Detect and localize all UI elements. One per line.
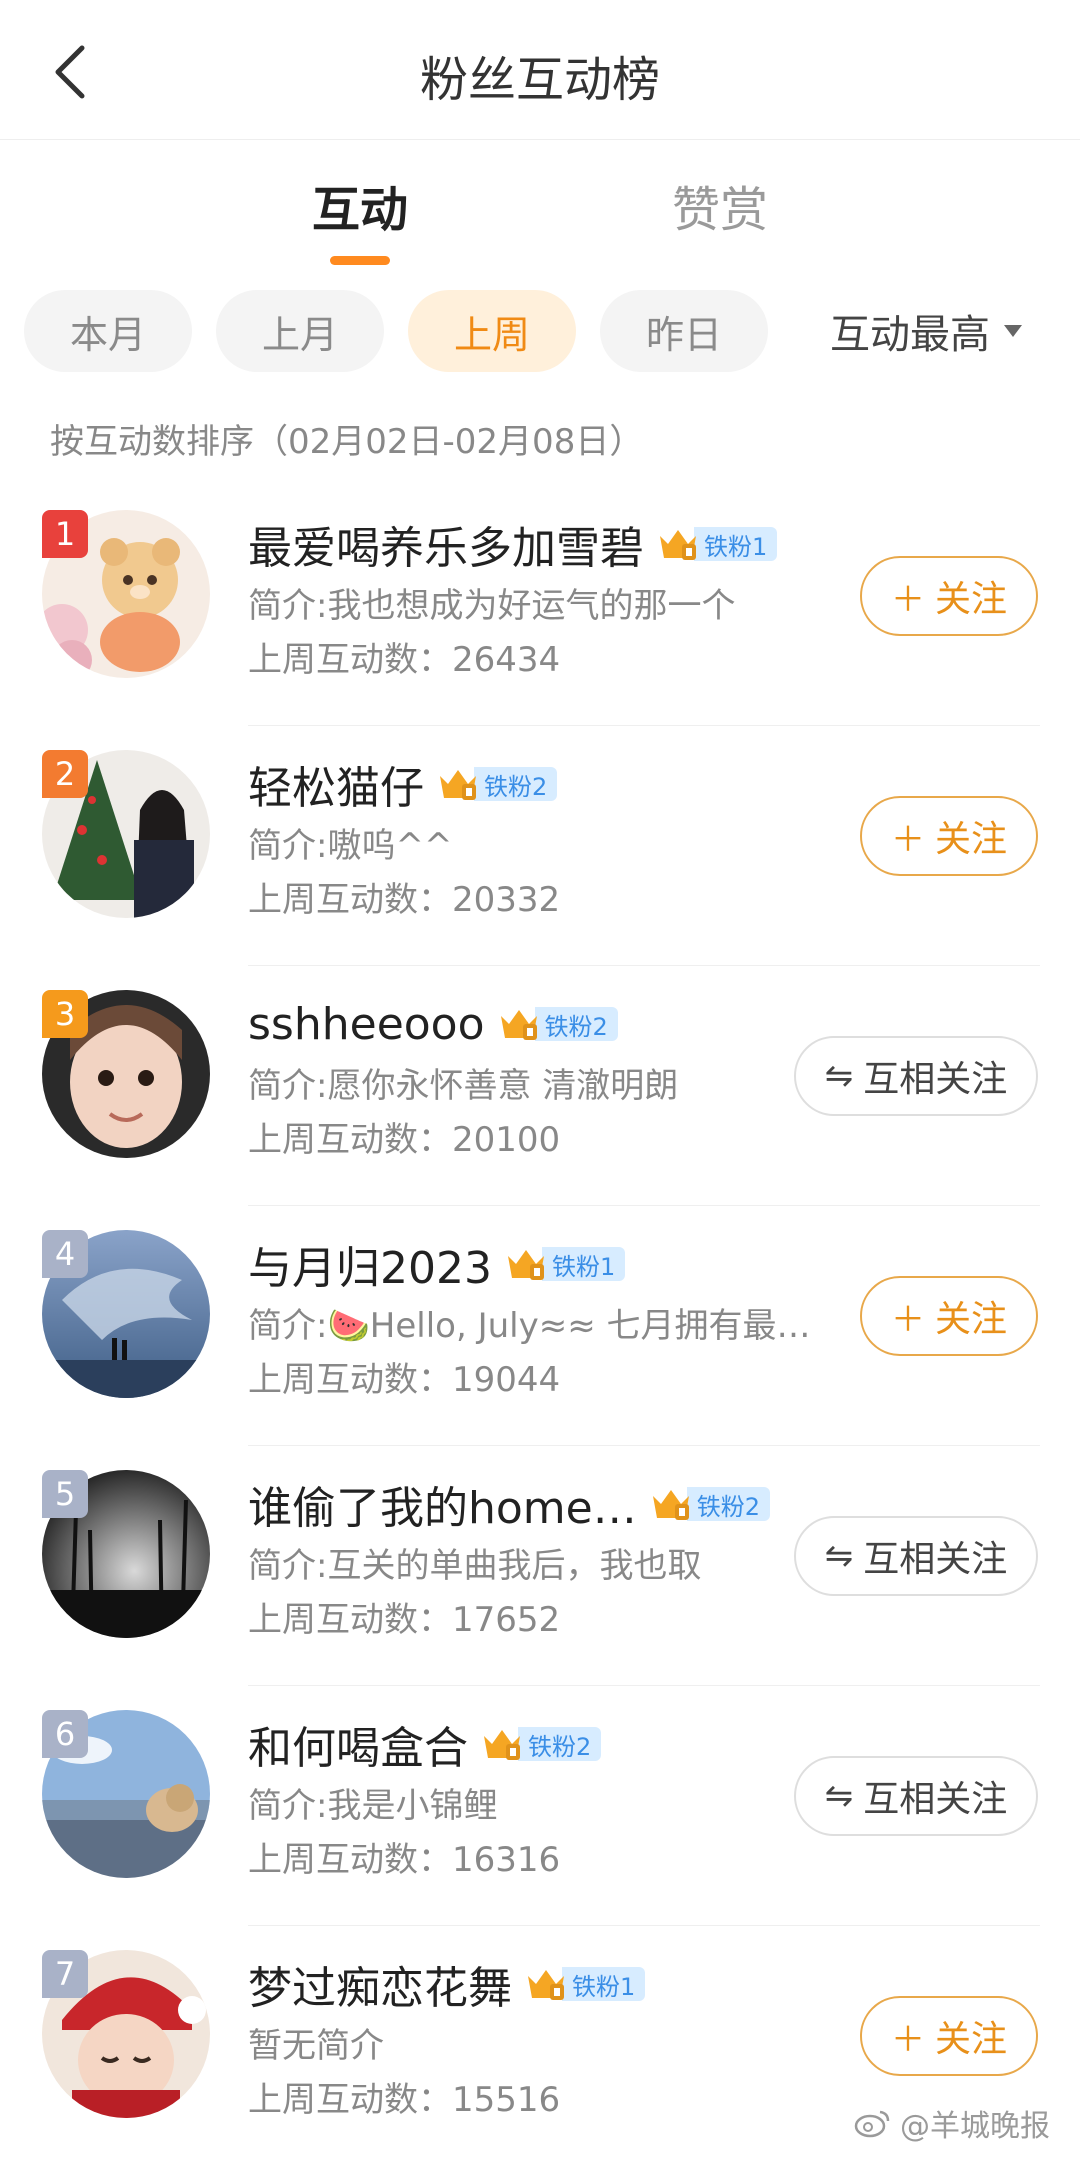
caret-down-icon (1004, 325, 1022, 337)
fan-badge: 铁粉2 (480, 1724, 602, 1764)
rank-badge: 7 (42, 1950, 88, 1998)
filter-last-month[interactable]: 上月 (216, 290, 384, 372)
rank-badge: 1 (42, 510, 88, 558)
interaction-count: 上周互动数：15516 (248, 2080, 561, 2120)
user-bio: 简介:我是小锦鲤 (248, 1786, 498, 1826)
user-name[interactable]: 与月归2023 (248, 1232, 492, 1296)
main-tabs: 互动 赞赏 (0, 170, 1080, 280)
fan-badge: 铁粉2 (497, 1004, 618, 1044)
list-item[interactable]: 6 和何喝盒合 铁粉2 简介:我是小锦鲤 上周互动数：16316 ⇋ 互相关注 (0, 1686, 1080, 1926)
sort-note: 按互动数排序（02月02日-02月08日） (50, 422, 644, 462)
tab-interaction[interactable]: 互动 (250, 170, 470, 240)
user-bio: 简介:🍉Hello, July≈≈ 七月拥有最… (248, 1306, 811, 1346)
plus-icon: ＋ (890, 2019, 925, 2060)
filter-yesterday[interactable]: 昨日 (600, 290, 768, 372)
list-item[interactable]: 5 谁偷了我的home… 铁粉2 简介:互关的单曲我后，我也取 上周互动数：17… (0, 1446, 1080, 1686)
plus-icon: ＋ (890, 579, 925, 620)
mutual-follow-button[interactable]: ⇋ 互相关注 (794, 1516, 1038, 1596)
mutual-follow-button[interactable]: ⇋ 互相关注 (794, 1036, 1038, 1116)
user-name[interactable]: 轻松猫仔 (248, 752, 424, 816)
plus-icon: ＋ (890, 819, 925, 860)
user-bio: 暂无简介 (248, 2026, 384, 2066)
follow-button[interactable]: ＋关注 (860, 556, 1038, 636)
rank-badge: 2 (42, 750, 88, 798)
fan-list: 1 最爱喝养乐多加雪碧 铁粉1 简介:我也想成为好运气的那一个 上周互动数：26… (0, 486, 1080, 2159)
crown-icon (500, 1010, 537, 1040)
interaction-count: 上周互动数：20100 (248, 1120, 561, 1160)
page-title: 粉丝互动榜 (419, 52, 660, 108)
user-bio: 简介:互关的单曲我后，我也取 (248, 1546, 702, 1586)
user-bio: 简介:嗷呜^^ (248, 826, 453, 866)
list-item[interactable]: 4 与月归2023 铁粉1 简介:🍉Hello, July≈≈ 七月拥有最… 上… (0, 1206, 1080, 1446)
plus-icon: ＋ (890, 1299, 925, 1340)
interaction-count: 上周互动数：19044 (248, 1360, 561, 1400)
period-filter: 本月 上月 上周 昨日 互动最高 (0, 290, 1080, 376)
user-name[interactable]: 谁偷了我的home… (248, 1472, 637, 1536)
rank-badge: 5 (42, 1470, 88, 1518)
crown-icon (528, 1970, 564, 2000)
follow-button[interactable]: ＋关注 (860, 796, 1038, 876)
sort-dropdown[interactable]: 互动最高 (830, 290, 1022, 372)
list-item[interactable]: 1 最爱喝养乐多加雪碧 铁粉1 简介:我也想成为好运气的那一个 上周互动数：26… (0, 486, 1080, 726)
user-name[interactable]: 最爱喝养乐多加雪碧 (248, 512, 644, 576)
user-bio: 简介:愿你永怀善意 清澈明朗 (248, 1066, 679, 1106)
follow-button[interactable]: ＋关注 (860, 1276, 1038, 1356)
watermark: @羊城晚报 (854, 2101, 1050, 2145)
fan-badge: 铁粉1 (656, 524, 778, 564)
user-name[interactable]: 梦过痴恋花舞 (248, 1952, 512, 2016)
crown-icon (440, 770, 476, 800)
follow-button[interactable]: ＋关注 (860, 1996, 1038, 2076)
active-tab-indicator (330, 256, 390, 265)
rank-badge: 3 (42, 990, 88, 1038)
swap-arrows-icon: ⇋ (824, 1776, 854, 1816)
crown-icon (484, 1730, 520, 1760)
swap-arrows-icon: ⇋ (824, 1056, 854, 1096)
sort-label: 互动最高 (830, 312, 990, 358)
tab-reward[interactable]: 赞赏 (610, 170, 830, 240)
fan-badge: 铁粉2 (436, 764, 558, 804)
crown-icon (507, 1250, 544, 1280)
fan-badge: 铁粉1 (504, 1244, 626, 1284)
top-bar: 粉丝互动榜 (0, 0, 1080, 140)
user-name[interactable]: sshheeooo (248, 999, 485, 1050)
user-name[interactable]: 和何喝盒合 (248, 1712, 468, 1776)
list-item[interactable]: 3 sshheeooo 铁粉2 简介:愿你永怀善意 清澈明朗 上周互动数：201… (0, 966, 1080, 1206)
interaction-count: 上周互动数：17652 (248, 1600, 561, 1640)
interaction-count: 上周互动数：16316 (248, 1840, 561, 1880)
rank-badge: 6 (42, 1710, 88, 1758)
user-bio: 简介:我也想成为好运气的那一个 (248, 586, 736, 626)
fan-badge: 铁粉1 (524, 1964, 646, 2004)
crown-icon (652, 1490, 689, 1520)
filter-this-month[interactable]: 本月 (24, 290, 192, 372)
fan-badge: 铁粉2 (649, 1484, 771, 1524)
list-item[interactable]: 2 轻松猫仔 铁粉2 简介:嗷呜^^ 上周互动数：20332 ＋关注 (0, 726, 1080, 966)
crown-icon (660, 530, 696, 560)
interaction-count: 上周互动数：26434 (248, 640, 561, 680)
rank-badge: 4 (42, 1230, 88, 1278)
swap-arrows-icon: ⇋ (824, 1536, 854, 1576)
filter-last-week[interactable]: 上周 (408, 290, 576, 372)
weibo-logo-icon (854, 2110, 890, 2138)
mutual-follow-button[interactable]: ⇋ 互相关注 (794, 1756, 1038, 1836)
interaction-count: 上周互动数：20332 (248, 880, 561, 920)
